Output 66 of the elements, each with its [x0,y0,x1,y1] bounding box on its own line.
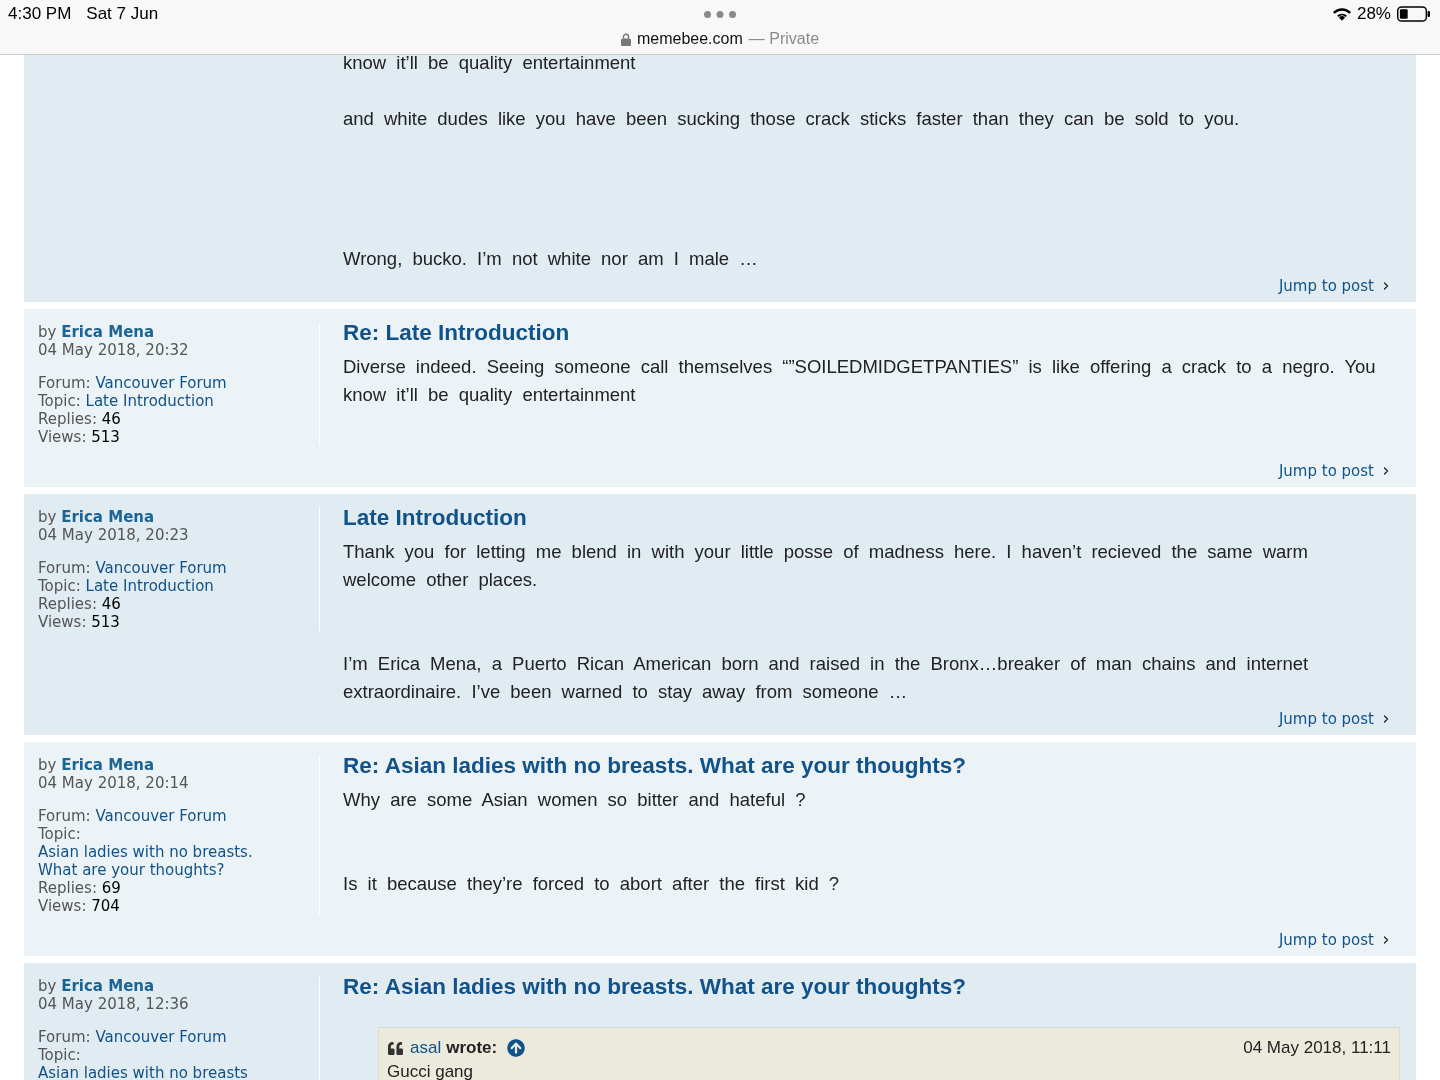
jump-to-post-link[interactable]: Jump to post [1278,462,1392,480]
replies-label: Replies: [38,879,97,897]
topic-label: Topic: [38,577,81,595]
post-title-link[interactable]: Re: Asian ladies with no breasts. What are your thoughts? [343,973,1400,1001]
author-link[interactable]: Erica Mena [61,323,155,341]
topic-label: Topic: [38,392,81,410]
views-count: 513 [91,428,120,446]
forum-link[interactable]: Vancouver Forum [95,559,227,577]
quote-icon [387,1040,404,1056]
forum-link[interactable]: Vancouver Forum [95,1028,227,1046]
post-title-link[interactable]: Re: Late Introduction [343,319,1400,347]
author-prefix: by [38,508,57,526]
replies-count: 69 [101,879,121,897]
author-link[interactable]: Erica Mena [61,977,155,995]
topic-label: Topic: [38,825,81,843]
quote-wrote-label: wrote: [446,1037,498,1060]
browsing-mode: — Private [748,29,820,49]
quote-date: 04 May 2018, 11:11 [1243,1037,1391,1060]
post-title-link[interactable]: Re: Asian ladies with no breasts. What are your thoughts? [343,752,1400,780]
author-link[interactable]: Erica Mena [61,508,155,526]
post-body-text: Why are some Asian women so bitter and hateful ? Is it because they’re forced to abort after the first kid ? [343,788,841,896]
views-count: 704 [91,897,120,915]
post-title-link[interactable]: Late Introduction [343,504,1400,532]
quote-author-link[interactable]: asal [410,1035,442,1061]
post-body-text: know it’ll be quality entertainment and white dudes like you have been sucking those crack sticks faster than they can be sold to you. Wrong, bucko. I’m not white nor am I male … [343,55,1241,271]
forum-link[interactable]: Vancouver Forum [95,807,227,825]
jump-to-post-link[interactable]: Jump to post [1278,931,1392,949]
author-link[interactable]: Erica Mena [61,756,155,774]
topic-link[interactable]: Asian ladies with no breasts. What are your thoughts? [38,843,277,879]
battery-percent: 28% [1356,3,1391,26]
views-label: Views: [38,897,87,915]
topic-label: Topic: [38,1046,81,1064]
status-date: Sat 7 Jun [86,3,159,26]
post-date: 04 May 2018, 20:23 [38,526,189,544]
quote-text: Gucci gang [387,1061,474,1080]
author-prefix: by [38,977,57,995]
forum-label: Forum: [38,1028,91,1046]
post-date: 04 May 2018, 20:14 [38,774,189,792]
views-label: Views: [38,428,87,446]
site-domain[interactable]: memebee.com [636,27,743,51]
author-prefix: by [38,756,57,774]
forum-link[interactable]: Vancouver Forum [95,374,227,392]
wifi-icon [1332,7,1351,21]
forum-label: Forum: [38,374,91,392]
views-label: Views: [38,613,87,631]
status-time: 4:30 PM [8,3,72,26]
lock-icon [620,32,631,46]
post-body-text: Thank you for letting me blend in with your little posse of madness here. I haven’t recieved the same warm welcome other places. I’m Erica Mena, a Puerto Rican American born and raised in the Bronx…breaker of man chains and internet extraordinaire. I’ve been warned to stay away from someone … [343,540,1310,704]
views-count: 513 [91,613,120,631]
topic-link[interactable]: Late Introduction [85,392,214,410]
topic-link[interactable]: Late Introduction [85,577,214,595]
post-body-text: Diverse indeed. Seeing someone call themselves “”SOILEDMIDGETPANTIES” is like offering a crack to a negro. You know it’ll be quality entertainment [343,355,1377,407]
replies-count: 46 [101,410,121,428]
battery-icon [1397,6,1430,22]
author-prefix: by [38,323,57,341]
jump-to-post-link[interactable]: Jump to post [1278,277,1392,295]
jump-to-post-link[interactable]: Jump to post [1278,710,1392,728]
replies-label: Replies: [38,595,97,613]
topic-link[interactable]: Asian ladies with no breasts [38,1064,248,1080]
replies-count: 46 [101,595,121,613]
more-dots-icon[interactable] [704,10,736,18]
replies-label: Replies: [38,410,97,428]
forum-label: Forum: [38,559,91,577]
post-date: 04 May 2018, 20:32 [38,341,189,359]
forum-label: Forum: [38,807,91,825]
post-date: 04 May 2018, 12:36 [38,995,189,1013]
